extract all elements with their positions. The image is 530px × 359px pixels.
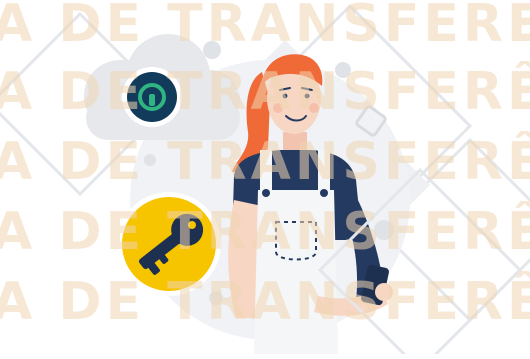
overalls xyxy=(254,190,338,354)
illustration xyxy=(0,3,530,359)
keyhole-lock-icon xyxy=(122,67,182,127)
dot-5 xyxy=(144,154,156,166)
dot-1 xyxy=(203,41,221,59)
illustration-stage xyxy=(0,0,530,359)
dot-4 xyxy=(209,291,223,305)
key-icon xyxy=(117,192,221,296)
dot-2 xyxy=(335,62,351,78)
dot-3 xyxy=(374,220,394,240)
